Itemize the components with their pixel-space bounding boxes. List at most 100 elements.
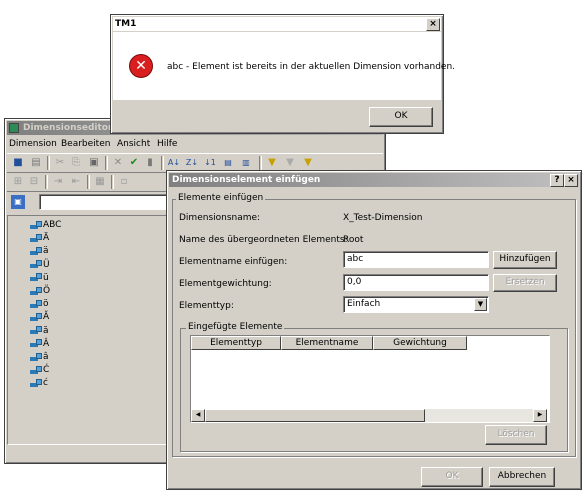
menu-dimension[interactable]: Dimension [9,139,57,149]
tree-item[interactable]: Ä [30,233,49,245]
tree-item-label: Ć [43,365,50,376]
insert-dialog-title: Dimensionselement einfügen [172,175,321,185]
collapse-icon[interactable]: ▫ [117,175,131,189]
toolbar-separator [259,156,262,170]
insert-sibling-icon[interactable]: ⊞ [11,175,25,189]
element-node-icon [30,352,42,361]
tree-item[interactable]: ü [30,273,49,285]
chevron-down-icon[interactable]: ▼ [474,298,487,311]
tree-item[interactable]: ö [30,299,49,311]
ok-button[interactable]: OK [421,467,483,487]
close-button[interactable]: × [564,174,578,187]
cancel-button[interactable]: Abbrechen [489,467,555,487]
scroll-left-icon[interactable]: ◀ [191,409,205,422]
element-node-icon [30,286,42,295]
element-node-icon [30,299,42,308]
outdent-icon[interactable]: ⇤ [69,175,83,189]
tree-item-label: Ă [43,312,50,323]
menu-bearbeiten[interactable]: Bearbeiten [61,139,110,149]
column-header-elementname[interactable]: Elementname [281,336,373,350]
subset-icon[interactable]: ▣ [11,195,25,209]
message-box: TM1 × ✕ abc - Element ist bereits in der… [110,14,455,134]
menu-ansicht[interactable]: Ansicht [117,139,150,149]
filter-level-icon[interactable]: ▼ [283,156,297,170]
tree-item[interactable]: Â [30,339,49,351]
message-box-title: TM1 [115,19,137,29]
copy-icon[interactable]: ⎘ [69,156,83,170]
inserted-elements-group-label: Eingefügte Elemente [186,322,285,332]
tree-item-label: Ä [43,233,50,244]
element-node-icon [30,326,42,335]
indent-icon[interactable]: ⇥ [51,175,65,189]
sort-index-icon[interactable]: ▥ [239,156,253,170]
add-button[interactable]: Hinzufügen [493,251,557,269]
tree-item[interactable]: Ü [30,260,50,272]
sort-desc-icon[interactable]: Z↓ [185,156,199,170]
column-header-gewichtung[interactable]: Gewichtung [373,336,467,350]
filter-icon[interactable]: ▼ [265,156,279,170]
menu-hilfe[interactable]: Hilfe [157,139,177,149]
properties-icon[interactable]: ▮ [143,156,157,170]
tree-item-label: ö [43,299,49,310]
replace-button[interactable]: Ersetzen [493,274,557,292]
insert-child-icon[interactable]: ⊟ [27,175,41,189]
tree-item-label: ă [43,325,49,336]
sort-asc-icon[interactable]: A↓ [167,156,181,170]
message-box-titlebar[interactable]: TM1 × [113,17,441,31]
element-node-icon [30,365,42,374]
save-as-icon[interactable]: ▤ [29,156,43,170]
tree-item[interactable]: Ö [30,286,50,298]
parent-name-label: Name des übergeordneten Elements: [179,235,348,245]
expand-icon[interactable]: ▦ [93,175,107,189]
tree-item[interactable]: Ă [30,312,49,324]
tree-item-label: Ü [43,259,50,270]
tree-item[interactable]: ä [30,246,49,258]
tree-item[interactable]: ABC [30,220,61,232]
parent-name-value: Root [343,235,364,245]
column-header-elementtyp[interactable]: Elementtyp [191,336,281,350]
toolbar-separator [111,175,114,189]
ok-button[interactable]: OK [369,107,433,127]
close-button[interactable]: × [426,18,440,31]
tree-item-label: ü [43,272,49,283]
toolbar-separator [161,156,164,170]
tree-item[interactable]: Ć [30,365,49,377]
cut-icon[interactable]: ✂ [53,156,67,170]
element-weight-input[interactable]: 0,0 [343,274,489,291]
insert-element-dialog: Dimensionselement einfügen ? × Elemente … [166,170,582,490]
element-name-input[interactable]: abc [343,251,489,268]
element-type-select[interactable]: Einfach ▼ [343,296,489,313]
tree-item-label: ć [43,378,48,389]
paste-icon[interactable]: ▣ [87,156,101,170]
horizontal-scrollbar[interactable]: ◀ ▶ [191,409,547,422]
sort-hier-desc-icon[interactable]: ▤ [221,156,235,170]
tree-item[interactable]: ă [30,326,49,338]
delete-button[interactable]: Löschen [485,425,547,445]
save-icon[interactable]: ■ [11,156,25,170]
subset-input[interactable] [39,194,169,210]
tree-item-label: Ö [43,286,51,296]
tree-item[interactable]: ć [30,378,48,390]
toolbar-separator [45,175,48,189]
toolbar-separator [47,156,50,170]
element-tree[interactable]: ABC Ää Üü Öö Ăă Ââ Ćć [7,215,169,445]
scrollbar-thumb[interactable] [205,409,425,422]
insert-elements-group-label: Elemente einfügen [176,193,266,203]
message-text: abc - Element ist bereits in der aktuell… [167,62,456,72]
tree-item[interactable]: â [30,352,49,364]
menu-bar: Dimension Bearbeiten Ansicht Hilfe [7,137,383,151]
scroll-right-icon[interactable]: ▶ [533,409,547,422]
element-name-label: Elementname einfügen: [179,257,288,267]
insert-dialog-titlebar[interactable]: Dimensionselement einfügen ? × [169,173,579,187]
element-node-icon [30,339,42,348]
filter-clear-icon[interactable]: ▼ [301,156,315,170]
inserted-elements-list[interactable]: Elementtyp Elementname Gewichtung ◀ ▶ [190,335,550,423]
check-icon[interactable]: ✔ [127,156,141,170]
sort-hier-asc-icon[interactable]: ↓1 [203,156,217,170]
delete-icon[interactable]: ✕ [111,156,125,170]
help-button[interactable]: ? [550,174,564,187]
element-node-icon [30,260,42,269]
element-node-icon [30,246,42,255]
error-icon: ✕ [129,54,153,78]
message-body: ✕ abc - Element ist bereits in der aktue… [113,32,455,100]
